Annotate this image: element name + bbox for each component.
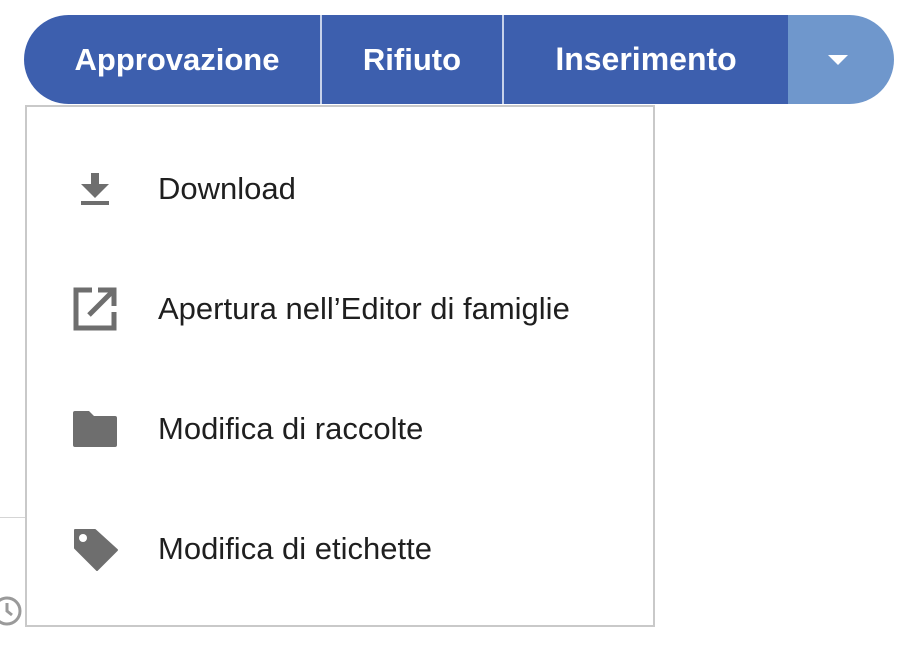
reject-button-label: Rifiuto	[362, 41, 462, 77]
folder-icon	[69, 403, 121, 455]
menu-item-label: Apertura nell’Editor di famiglie	[158, 291, 570, 326]
tag-icon	[69, 523, 121, 575]
screen: Approvazione Rifiuto Inserimento Downloa…	[0, 0, 923, 655]
more-actions-dropdown-button[interactable]	[788, 15, 894, 104]
background-divider	[0, 517, 26, 518]
menu-item-edit-tags[interactable]: Modifica di etichette	[27, 499, 653, 599]
menu-item-open-in-family-editor[interactable]: Apertura nell’Editor di famiglie	[27, 259, 653, 359]
menu-item-edit-collections[interactable]: Modifica di raccolte	[27, 379, 653, 479]
insert-button-label: Inserimento	[555, 41, 737, 77]
menu-item-label: Download	[158, 171, 296, 206]
history-icon	[0, 596, 22, 626]
open-external-icon	[69, 283, 121, 335]
menu-item-download[interactable]: Download	[27, 139, 653, 239]
action-button-group: Approvazione Rifiuto Inserimento	[24, 15, 894, 104]
download-icon	[69, 163, 121, 215]
reject-button[interactable]: Rifiuto	[322, 15, 504, 104]
approve-button-label: Approvazione	[74, 41, 280, 77]
menu-item-label: Modifica di raccolte	[158, 411, 424, 446]
menu-item-label: Modifica di etichette	[158, 531, 432, 566]
approve-button[interactable]: Approvazione	[24, 15, 322, 104]
more-actions-menu: Download Apertura nell’Editor di famigli…	[25, 105, 655, 627]
insert-button[interactable]: Inserimento	[504, 15, 788, 104]
caret-down-icon	[828, 54, 848, 65]
